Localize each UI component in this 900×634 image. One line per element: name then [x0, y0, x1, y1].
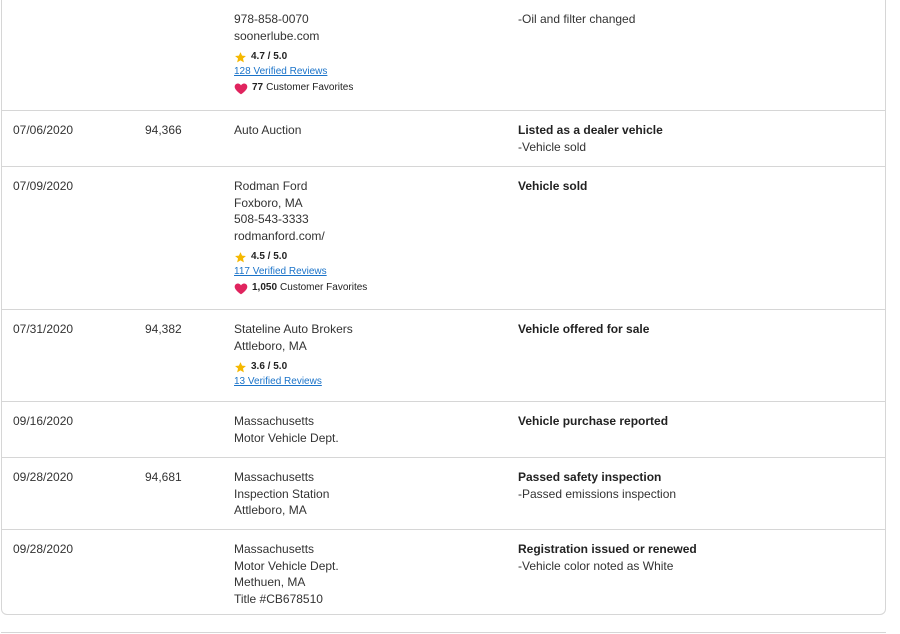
source-line: Attleboro, MA — [234, 338, 307, 353]
table-row: 09/16/2020 Massachusetts Motor Vehicle D… — [2, 401, 885, 458]
record-title: Passed safety inspection — [518, 470, 662, 484]
source-line: Stateline Auto Brokers — [234, 322, 353, 336]
verified-reviews-link[interactable]: 117 Verified Reviews — [234, 265, 367, 279]
record-detail: Vehicle purchase reported — [518, 413, 668, 430]
table-row: 09/28/2020 94,681 Massachusetts Inspecti… — [2, 457, 885, 530]
favorites-label: Customer Favorites — [266, 81, 354, 93]
verified-reviews-link[interactable]: 13 Verified Reviews — [234, 375, 353, 389]
source-line: Rodman Ford — [234, 179, 308, 193]
record-detail: Vehicle sold — [518, 178, 587, 195]
source-line: Motor Vehicle Dept. — [234, 558, 339, 573]
star-icon — [235, 251, 246, 262]
record-title: Vehicle sold — [518, 179, 588, 193]
source-line: soonerlube.com — [234, 28, 320, 43]
record-title: Listed as a dealer vehicle — [518, 123, 663, 137]
source-line: Attleboro, MA — [234, 503, 307, 517]
favorites-count: 77 — [252, 81, 264, 93]
rating-value: 4.7 / 5.0 — [251, 50, 288, 62]
star-icon — [235, 51, 246, 62]
source-line: Motor Vehicle Dept. — [234, 430, 339, 445]
record-mileage: 94,681 — [145, 470, 182, 484]
source-line: Massachusetts — [234, 542, 315, 556]
record-detail-item: -Vehicle sold — [518, 139, 587, 154]
record-title: Vehicle purchase reported — [518, 414, 669, 428]
rating: 3.6 / 5.0 — [234, 360, 353, 374]
source-line: Inspection Station — [234, 486, 330, 501]
favorites-label: Customer Favorites — [280, 281, 368, 293]
record-mileage: 94,366 — [145, 123, 182, 137]
record-date: 09/28/2020 — [13, 542, 74, 556]
rating: 4.5 / 5.0 — [234, 250, 367, 264]
source-line: Massachusetts — [234, 470, 315, 484]
service-source: 978-858-0070 soonerlube.com 4.7 / 5.0 12… — [234, 11, 353, 95]
record-date: 07/31/2020 — [13, 322, 74, 336]
source-line: Foxboro, MA — [234, 195, 303, 210]
record-title: Registration issued or renewed — [518, 542, 697, 556]
table-row: 978-858-0070 soonerlube.com 4.7 / 5.0 12… — [2, 0, 885, 111]
table-row: 09/28/2020 Massachusetts Motor Vehicle D… — [2, 529, 885, 616]
verified-reviews-link[interactable]: 128 Verified Reviews — [234, 65, 353, 79]
record-detail-item: -Oil and filter changed — [518, 12, 636, 26]
source-line: 508-543-3333 — [234, 212, 309, 226]
record-date: 09/28/2020 — [13, 470, 74, 484]
source-line: rodmanford.com/ — [234, 228, 325, 243]
source-line: Auto Auction — [234, 123, 302, 137]
source-line: Massachusetts — [234, 414, 315, 428]
record-title: Vehicle offered for sale — [518, 322, 650, 336]
record-detail-item: -Vehicle color noted as White — [518, 558, 674, 573]
service-source: Massachusetts Inspection Station Attlebo… — [234, 469, 329, 519]
service-source: Rodman Ford Foxboro, MA 508-543-3333 rod… — [234, 178, 367, 295]
record-detail: Vehicle offered for sale — [518, 321, 649, 338]
customer-favorites: 1,050 Customer Favorites — [234, 281, 367, 295]
record-detail: Listed as a dealer vehicle -Vehicle sold — [518, 122, 663, 155]
rating-value: 4.5 / 5.0 — [251, 250, 288, 262]
record-date: 09/16/2020 — [13, 414, 74, 428]
next-section-divider — [1, 632, 886, 633]
vehicle-history-card: 978-858-0070 soonerlube.com 4.7 / 5.0 12… — [1, 0, 886, 615]
source-line: Title #CB678510 — [234, 591, 323, 606]
record-date: 07/06/2020 — [13, 123, 74, 137]
heart-icon — [234, 83, 248, 94]
heart-icon — [234, 283, 248, 294]
record-detail: Registration issued or renewed -Vehicle … — [518, 541, 697, 574]
rating-value: 3.6 / 5.0 — [251, 360, 288, 372]
customer-favorites: 77 Customer Favorites — [234, 81, 353, 95]
favorites-count: 1,050 — [252, 281, 278, 293]
record-mileage: 94,382 — [145, 322, 182, 336]
record-detail: Passed safety inspection -Passed emissio… — [518, 469, 676, 502]
service-source: Massachusetts Motor Vehicle Dept. — [234, 413, 339, 446]
record-detail-item: -Passed emissions inspection — [518, 486, 677, 501]
rating: 4.7 / 5.0 — [234, 50, 353, 64]
record-detail: -Oil and filter changed — [518, 11, 635, 28]
service-source: Massachusetts Motor Vehicle Dept. Methue… — [234, 541, 339, 607]
star-icon — [235, 361, 246, 372]
service-source: Stateline Auto Brokers Attleboro, MA 3.6… — [234, 321, 353, 389]
source-line: 978-858-0070 — [234, 12, 309, 26]
service-source: Auto Auction — [234, 122, 301, 139]
table-row: 07/31/2020 94,382 Stateline Auto Brokers… — [2, 309, 885, 402]
table-row: 07/06/2020 94,366 Auto Auction Listed as… — [2, 110, 885, 167]
table-row: 07/09/2020 Rodman Ford Foxboro, MA 508-5… — [2, 166, 885, 310]
source-line: Methuen, MA — [234, 575, 306, 589]
record-date: 07/09/2020 — [13, 179, 74, 193]
